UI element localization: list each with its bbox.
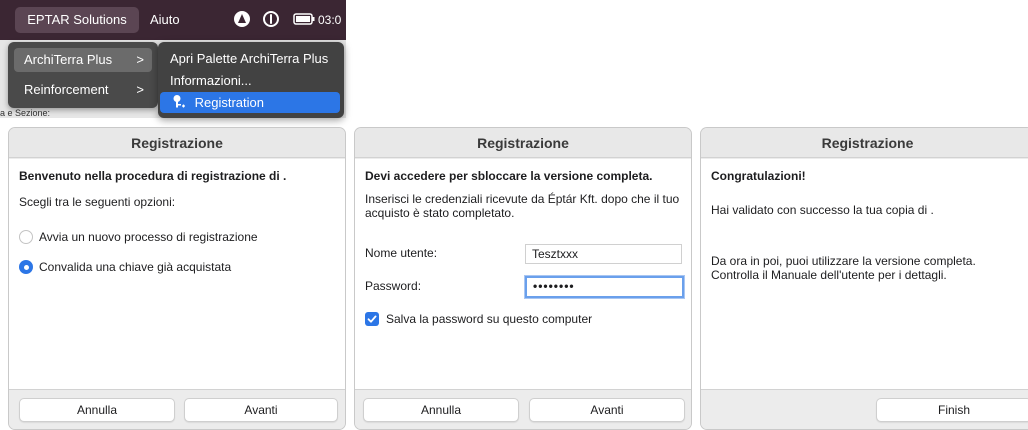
dialog-footer: Finish xyxy=(701,389,1028,429)
save-password-checkbox[interactable] xyxy=(365,312,379,326)
menu-bar-help[interactable]: Aiuto xyxy=(150,7,180,33)
architerra-submenu: Apri Palette ArchiTerra Plus Informazion… xyxy=(158,42,344,118)
options-prompt: Scegli tra le seguenti opzioni: xyxy=(19,195,176,209)
radio-new-registration[interactable] xyxy=(19,230,33,244)
save-password-label[interactable]: Salva la password su questo computer xyxy=(386,312,592,326)
menu-item-architerra-plus[interactable]: ArchiTerra Plus > xyxy=(14,48,152,72)
power-circle-icon[interactable] xyxy=(261,9,283,31)
welcome-heading: Benvenuto nella procedura di registrazio… xyxy=(19,169,287,183)
finish-button[interactable]: Finish xyxy=(876,398,1028,422)
dialog-title: Registrazione xyxy=(355,128,691,158)
dialog-title: Registrazione xyxy=(9,128,345,158)
battery-icon[interactable] xyxy=(293,9,317,31)
username-input[interactable]: Tesztxxx xyxy=(525,244,682,264)
full-version-message: Da ora in poi, puoi utilizzare la versio… xyxy=(711,254,976,282)
eptar-dropdown-menu: ArchiTerra Plus > Reinforcement > xyxy=(8,42,158,108)
checkmark-icon xyxy=(367,315,377,323)
username-label: Nome utente: xyxy=(365,246,438,260)
submenu-item-registration[interactable]: Registration xyxy=(160,92,340,113)
next-button[interactable]: Avanti xyxy=(184,398,338,422)
radio-new-registration-label[interactable]: Avvia un nuovo processo di registrazione xyxy=(39,230,258,244)
dialog-body: Congratulazioni! Hai validato con succes… xyxy=(701,159,1028,389)
key-icon xyxy=(172,93,186,114)
radio-validate-key-label[interactable]: Convalida una chiave già acquistata xyxy=(39,260,231,274)
menu-bar-app-eptar-solutions[interactable]: EPTAR Solutions xyxy=(15,7,139,33)
menu-item-label: Reinforcement xyxy=(24,82,109,97)
dialog-title: Registrazione xyxy=(701,128,1028,158)
menu-bar: EPTAR Solutions Aiuto 03:0 xyxy=(0,0,346,40)
submenu-item-label: Registration xyxy=(194,95,264,110)
success-message: Hai validato con successo la tua copia d… xyxy=(711,203,934,217)
dialog-body: Benvenuto nella procedura di registrazio… xyxy=(9,159,345,389)
registration-dialog-step-1: Registrazione Benvenuto nella procedura … xyxy=(8,127,346,430)
password-label: Password: xyxy=(365,279,422,293)
dialog-footer: Annulla Avanti xyxy=(355,389,691,429)
next-button[interactable]: Avanti xyxy=(529,398,685,422)
login-description: Inserisci le credenziali ricevute da Épt… xyxy=(365,192,680,220)
registration-dialog-step-2: Registrazione Devi accedere per sbloccar… xyxy=(354,127,692,430)
dialog-body: Devi accedere per sbloccare la versione … xyxy=(355,159,691,389)
dialog-footer: Annulla Avanti xyxy=(9,389,345,429)
password-input[interactable]: •••••••• xyxy=(525,276,684,298)
registration-dialog-step-3: Registrazione Congratulazioni! Hai valid… xyxy=(700,127,1028,430)
background-app-text: a e Sezione: xyxy=(0,108,51,118)
cancel-button[interactable]: Annulla xyxy=(19,398,175,422)
login-heading: Devi accedere per sbloccare la versione … xyxy=(365,169,653,183)
cancel-button[interactable]: Annulla xyxy=(363,398,519,422)
chevron-right-icon: > xyxy=(136,82,144,97)
chevron-right-icon: > xyxy=(136,52,144,67)
congratulations-heading: Congratulazioni! xyxy=(711,169,806,183)
submenu-item-info[interactable]: Informazioni... xyxy=(158,70,344,91)
radio-validate-key[interactable] xyxy=(19,260,33,274)
submenu-item-open-palette[interactable]: Apri Palette ArchiTerra Plus xyxy=(158,48,344,69)
menu-item-label: ArchiTerra Plus xyxy=(24,52,113,67)
menu-item-reinforcement[interactable]: Reinforcement > xyxy=(14,78,152,102)
menu-bar-clock: 03:0 xyxy=(318,13,342,27)
avast-icon[interactable] xyxy=(232,9,254,31)
